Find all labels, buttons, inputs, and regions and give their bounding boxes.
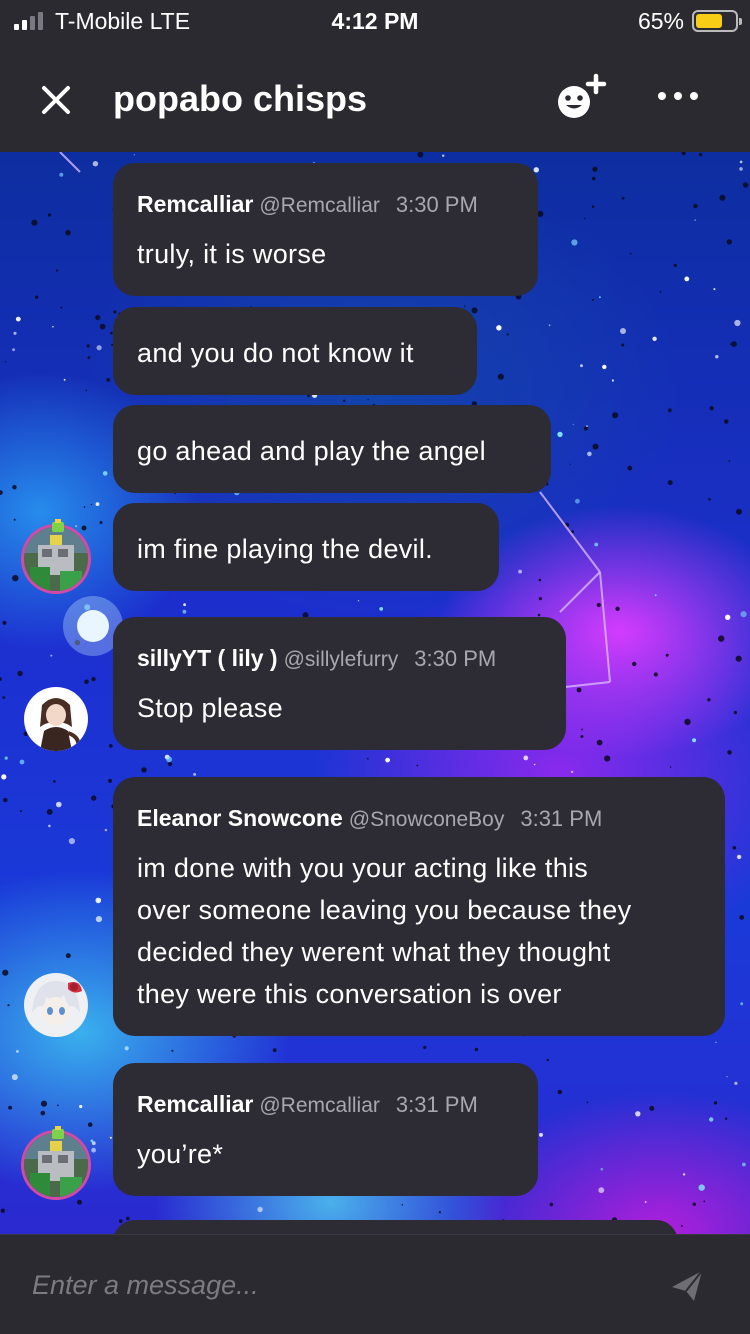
- author-name[interactable]: Remcalliar: [137, 191, 253, 217]
- avatar[interactable]: [24, 687, 88, 751]
- close-icon: [42, 86, 70, 114]
- send-button[interactable]: [668, 1267, 706, 1305]
- message-time: 3:31 PM: [395, 1092, 478, 1117]
- message-text: and you do not know it: [137, 338, 414, 368]
- author-name[interactable]: Remcalliar: [137, 1091, 253, 1117]
- message-text: im done with you your acting like this o…: [137, 853, 632, 1009]
- message-bubble[interactable]: Remcalliar @Remcalliar 3:31 PM you’re*: [113, 1063, 538, 1196]
- message-bubble[interactable]: and you do not know it: [113, 307, 477, 395]
- add-member-button[interactable]: [556, 72, 612, 122]
- close-button[interactable]: [34, 78, 78, 122]
- message-header: Eleanor Snowcone @SnowconeBoy 3:31 PM: [137, 805, 602, 832]
- avatar[interactable]: [24, 973, 88, 1037]
- message-time: 3:31 PM: [520, 806, 603, 831]
- message-time: 3:30 PM: [395, 192, 478, 217]
- avatar-badge-icon: [50, 1126, 66, 1140]
- author-name[interactable]: sillyYT ( lily ): [137, 645, 278, 671]
- avatar[interactable]: [24, 527, 88, 591]
- message-bubble[interactable]: Eleanor Snowcone @SnowconeBoy 3:31 PM im d…: [113, 777, 725, 1036]
- message-text: go ahead and play the angel: [137, 436, 486, 466]
- message-header: sillyYT ( lily ) @sillylefurry 3:30 PM: [137, 645, 496, 672]
- status-bar: T-Mobile LTE 4:12 PM 65%: [0, 0, 750, 42]
- message-bubble[interactable]: go ahead and play the angel: [113, 405, 551, 493]
- message-header: Remcalliar @Remcalliar 3:30 PM: [137, 191, 478, 218]
- author-name[interactable]: Eleanor Snowcone: [137, 805, 343, 831]
- chat-header: popabo chisps: [0, 42, 750, 152]
- message-text: im fine playing the devil.: [137, 534, 433, 564]
- message-text: you’re*: [137, 1139, 224, 1169]
- author-handle: @Remcalliar: [259, 194, 380, 217]
- send-icon: [672, 1270, 703, 1301]
- author-handle: @Remcalliar: [259, 1094, 380, 1117]
- message-time: 3:30 PM: [414, 646, 497, 671]
- chat-title: popabo chisps: [113, 78, 368, 119]
- more-options-button[interactable]: [654, 82, 702, 112]
- battery-percent: 65%: [637, 8, 684, 34]
- message-bubble[interactable]: sillyYT ( lily ) @sillylefurry 3:30 PM Sto…: [113, 617, 566, 750]
- author-handle: @SnowconeBoy: [348, 808, 505, 831]
- message-input[interactable]: [32, 1263, 632, 1307]
- avatar[interactable]: [24, 1133, 88, 1197]
- message-text: truly, it is worse: [137, 239, 327, 269]
- avatar-badge-icon: [50, 519, 66, 533]
- message-bubble[interactable]: Remcalliar @Remcalliar 3:30 PM truly, it i…: [113, 163, 538, 296]
- author-handle: @sillylefurry: [283, 648, 399, 671]
- message-composer: [0, 1234, 750, 1334]
- add-member-icon: [558, 73, 607, 118]
- message-text: Stop please: [137, 693, 283, 723]
- battery-icon: [692, 10, 742, 32]
- more-options-icon: [658, 92, 698, 100]
- message-bubble[interactable]: im fine playing the devil.: [113, 503, 499, 591]
- message-header: Remcalliar @Remcalliar 3:31 PM: [137, 1091, 478, 1118]
